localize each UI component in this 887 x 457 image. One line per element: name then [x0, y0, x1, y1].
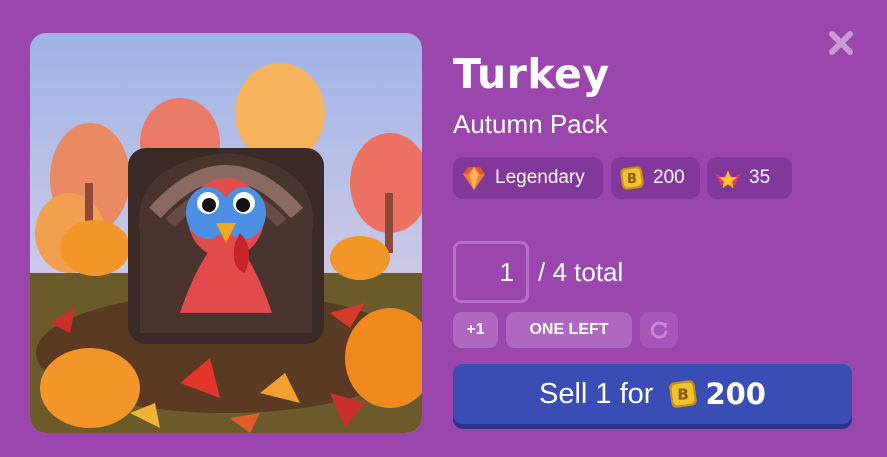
sell-label: Sell 1 for	[539, 377, 654, 410]
blook-coin-icon: B	[620, 166, 644, 190]
gem-icon	[463, 167, 485, 190]
rarity-label: Legendary	[495, 167, 585, 188]
xp-badge: 35	[707, 157, 792, 199]
plus-one-button[interactable]: +1	[453, 312, 498, 348]
svg-text:B: B	[678, 385, 689, 403]
item-title: Turkey	[453, 50, 610, 98]
svg-text:B: B	[627, 172, 637, 187]
close-icon[interactable]	[826, 28, 856, 58]
blook-coin-icon: B	[669, 380, 698, 408]
item-panel: Turkey Autumn Pack Legendary B 200 35 1 …	[0, 0, 887, 457]
quantity-total: / 4 total	[538, 257, 624, 287]
sell-price: 200	[705, 377, 766, 411]
one-left-button[interactable]: ONE LEFT	[506, 312, 632, 348]
refresh-button[interactable]	[640, 312, 678, 348]
value-badge: B 200	[611, 157, 700, 199]
turkey-artwork	[30, 33, 422, 433]
rarity-badge: Legendary	[453, 157, 603, 199]
star-crown-icon	[715, 170, 741, 188]
sell-button[interactable]: Sell 1 for B 200	[453, 364, 852, 424]
xp-amount: 35	[749, 167, 771, 188]
quantity-input[interactable]: 1	[453, 241, 529, 303]
item-pack: Autumn Pack	[453, 109, 608, 139]
refresh-icon	[650, 321, 668, 339]
value-amount: 200	[653, 167, 685, 188]
